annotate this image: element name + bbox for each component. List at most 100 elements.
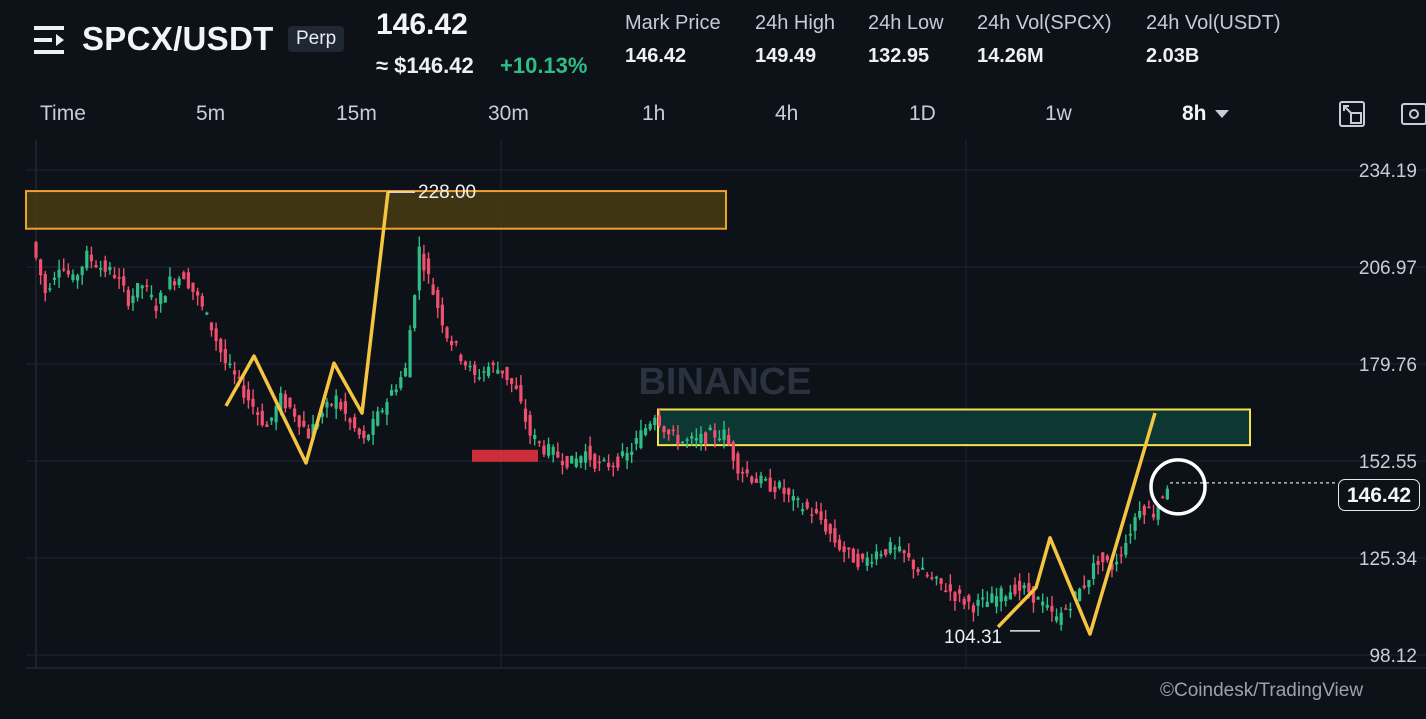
- candle-up: [131, 295, 135, 304]
- candle-up: [796, 498, 800, 500]
- tab-1d[interactable]: 1D: [909, 102, 936, 126]
- trading-pair[interactable]: SPCX/USDT: [82, 20, 274, 58]
- tab-15m[interactable]: 15m: [336, 102, 377, 126]
- tab-8h-label: 8h: [1182, 102, 1207, 125]
- candle-down: [814, 508, 819, 514]
- candle-up: [75, 275, 80, 281]
- menu-icon[interactable]: [34, 24, 68, 56]
- candle-up: [579, 456, 583, 463]
- tab-time[interactable]: Time: [40, 102, 86, 126]
- chevron-down-icon: [1214, 110, 1229, 119]
- candle-down: [440, 304, 444, 326]
- candle-up: [921, 567, 925, 570]
- candle-down: [837, 539, 842, 550]
- candle-up: [71, 274, 75, 280]
- candle-up: [385, 402, 389, 415]
- candle-up: [108, 266, 112, 271]
- candle-down: [939, 578, 943, 584]
- candle-down: [357, 428, 361, 435]
- candle-down: [283, 394, 287, 409]
- candle-up: [52, 277, 57, 280]
- candle-down: [948, 584, 952, 592]
- tab-4h[interactable]: 4h: [775, 102, 798, 126]
- x-tick-label: 6-21 06:00: [27, 677, 123, 680]
- stat-value: 2.03B: [1146, 45, 1200, 67]
- candle-down: [362, 430, 366, 439]
- candle-down: [66, 270, 70, 275]
- tab-8h-dropdown[interactable]: 8h: [1182, 102, 1229, 126]
- candle-up: [994, 596, 999, 607]
- candle-down: [246, 389, 251, 401]
- price-chart[interactable]: BINANCE 234.19 206.97 179.76 152.55 125.34 98…: [0, 140, 1426, 680]
- stat-label: 24h Low: [868, 12, 944, 34]
- candle-up: [149, 294, 154, 298]
- candle-up: [708, 427, 712, 431]
- candle-up: [764, 479, 768, 481]
- candle-up: [159, 292, 163, 304]
- candle-down: [265, 424, 269, 427]
- candle-down: [89, 254, 94, 262]
- candle-down: [426, 258, 431, 275]
- candle-up: [1004, 596, 1008, 601]
- candle-down: [1018, 580, 1022, 591]
- stat-value: 14.26M: [977, 45, 1044, 67]
- tab-30m[interactable]: 30m: [488, 102, 529, 126]
- candle-down: [500, 370, 505, 374]
- candle-up: [1041, 601, 1045, 606]
- candle-up: [1078, 588, 1082, 601]
- current-price-tag: 146.42: [1338, 479, 1420, 511]
- ticker-header: SPCX/USDT Perp 146.42 ≈ $146.42 +10.13% …: [0, 0, 1426, 90]
- highlight-circle: [1149, 458, 1207, 516]
- y-tick-label: 98.12: [1369, 646, 1417, 667]
- candle-down: [745, 469, 749, 474]
- candle-down: [731, 441, 735, 461]
- candle-down: [819, 511, 823, 520]
- candle-down: [1013, 584, 1017, 595]
- candle-down: [671, 429, 675, 432]
- candle-up: [413, 295, 417, 329]
- candle-up: [574, 458, 578, 467]
- candle-up: [717, 438, 722, 441]
- stat-mark-price: Mark Price 146.42: [625, 12, 721, 68]
- candle-up: [486, 366, 491, 376]
- candle-up: [376, 411, 380, 426]
- stat-24h-high: 24h High 149.49: [755, 12, 835, 68]
- candle-down: [833, 528, 837, 543]
- tab-1w[interactable]: 1w: [1045, 102, 1072, 126]
- expand-chart-icon[interactable]: [1338, 100, 1366, 128]
- candle-down: [824, 519, 828, 532]
- tab-5m[interactable]: 5m: [196, 102, 225, 126]
- candle-up: [685, 439, 689, 441]
- chart-settings-icon[interactable]: [1398, 100, 1426, 128]
- candle-up: [630, 451, 634, 455]
- candle-down: [1082, 585, 1086, 588]
- candle-up: [625, 452, 629, 461]
- candle-down: [703, 432, 708, 444]
- candle-down: [971, 605, 976, 613]
- candle-down: [62, 268, 66, 271]
- candle-down: [343, 401, 347, 414]
- candle-up: [533, 434, 537, 440]
- candle-down: [607, 462, 611, 468]
- candle-down: [454, 341, 458, 343]
- candle-down: [514, 385, 518, 389]
- candle-down: [306, 428, 311, 439]
- candle-up: [1068, 608, 1073, 611]
- candle-down: [528, 414, 532, 436]
- candle-down: [182, 272, 186, 280]
- candle-up: [800, 509, 805, 512]
- stat-label: 24h High: [755, 12, 836, 34]
- candle-up: [1133, 517, 1137, 531]
- candle-up: [759, 475, 763, 484]
- candle-down: [560, 461, 565, 466]
- low-annotation-label: 104.31: [944, 627, 1002, 648]
- candle-up: [417, 246, 421, 291]
- candle-down: [611, 465, 615, 468]
- last-price: 146.42: [376, 8, 468, 41]
- candle-down: [256, 412, 260, 415]
- candle-down: [1096, 560, 1100, 565]
- tab-1h[interactable]: 1h: [642, 102, 665, 126]
- image-credit: ©Coindesk/TradingView: [1160, 680, 1364, 701]
- candle-down: [196, 291, 200, 296]
- candle-down: [43, 273, 47, 294]
